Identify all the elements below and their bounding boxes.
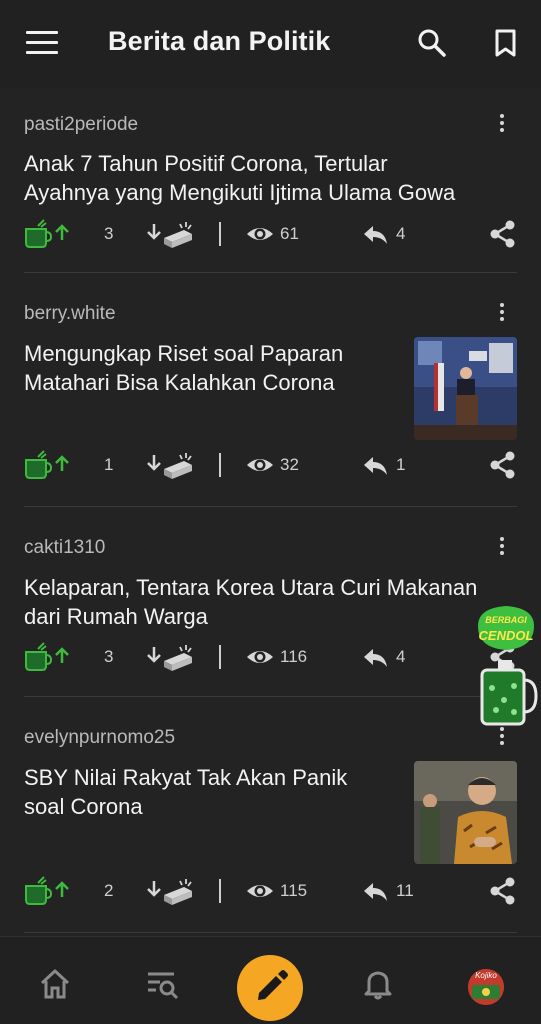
bata-downvote-icon — [147, 645, 192, 671]
reply-button[interactable]: 4 — [362, 218, 405, 250]
reply-count: 4 — [396, 224, 406, 243]
more-options-icon[interactable] — [497, 537, 507, 559]
divider — [219, 222, 221, 246]
app-root: Berita dan Politik pasti2periode Anak 7 … — [0, 0, 541, 1024]
press-briefing-photo — [414, 337, 517, 440]
thread-feed: pasti2periode Anak 7 Tahun Positif Coron… — [0, 88, 541, 936]
divider — [219, 879, 221, 903]
views-stat: 116 — [246, 641, 307, 673]
search-list-icon[interactable] — [146, 967, 180, 1001]
thread-card[interactable]: berry.white Mengungkap Riset soal Papara… — [24, 273, 517, 507]
create-post-button[interactable] — [237, 955, 303, 1021]
bookmark-icon[interactable] — [490, 27, 522, 59]
cendol-upvote-icon — [25, 450, 69, 479]
badge-line-1: BERBAGI — [485, 615, 527, 625]
divider — [219, 645, 221, 669]
give-cendol-button[interactable] — [24, 875, 76, 907]
cendol-count: 1 — [104, 455, 114, 474]
eye-icon — [247, 885, 273, 897]
profile-avatar[interactable]: Kojiko — [468, 969, 504, 1005]
reply-icon — [364, 649, 387, 667]
cendol-upvote-icon — [25, 876, 69, 905]
bottom-navigation: Kojiko — [0, 936, 541, 1024]
thread-title[interactable]: SBY Nilai Rakyat Tak Akan Panik soal Cor… — [24, 763, 347, 821]
reply-button[interactable]: 1 — [362, 449, 405, 481]
home-icon[interactable] — [38, 967, 72, 1001]
views-count: 32 — [280, 455, 299, 474]
share-icon[interactable] — [490, 449, 516, 481]
thread-card[interactable]: evelynpurnomo25 SBY Nilai Rakyat Tak Aka… — [24, 697, 517, 933]
politician-batik-photo — [414, 761, 517, 864]
give-cendol-button[interactable] — [24, 641, 76, 673]
pencil-icon — [258, 970, 288, 1000]
more-options-icon[interactable] — [497, 727, 507, 749]
share-icon[interactable] — [490, 875, 516, 907]
notification-bell-icon[interactable] — [361, 967, 395, 1001]
give-cendol-button[interactable] — [24, 218, 76, 250]
thread-title[interactable]: Mengungkap Riset soal Paparan Matahari B… — [24, 339, 343, 397]
thread-card[interactable]: pasti2periode Anak 7 Tahun Positif Coron… — [24, 88, 517, 273]
views-count: 61 — [280, 224, 299, 243]
cendol-count: 3 — [104, 647, 114, 666]
eye-icon — [247, 459, 273, 471]
bata-downvote-icon — [147, 222, 192, 248]
views-stat: 115 — [246, 875, 307, 907]
berbagi-cendol-floating-button[interactable]: BERBAGI CENDOL — [474, 604, 540, 728]
thread-actions: 1 32 1 — [24, 449, 517, 481]
page-title: Berita dan Politik — [108, 26, 331, 56]
views-count: 116 — [280, 647, 308, 666]
thread-title[interactable]: Kelaparan, Tentara Korea Utara Curi Maka… — [24, 573, 477, 631]
more-options-icon[interactable] — [497, 303, 507, 325]
bata-downvote-icon — [147, 879, 192, 905]
reply-count: 11 — [396, 881, 414, 900]
reply-button[interactable]: 4 — [362, 641, 405, 673]
views-stat: 61 — [246, 218, 299, 250]
give-bata-button[interactable] — [146, 218, 196, 250]
thread-actions: 2 115 11 — [24, 875, 517, 907]
reply-count: 1 — [396, 455, 406, 474]
search-icon[interactable] — [416, 27, 448, 59]
cendol-upvote-icon — [25, 219, 69, 248]
eye-icon — [247, 651, 273, 663]
thread-thumbnail[interactable] — [414, 761, 517, 864]
reply-icon — [364, 226, 387, 244]
hamburger-menu-icon[interactable] — [26, 31, 58, 55]
thread-author[interactable]: pasti2periode — [24, 114, 138, 136]
give-bata-button[interactable] — [146, 641, 196, 673]
give-cendol-button[interactable] — [24, 449, 76, 481]
cendol-glass-icon — [480, 660, 538, 726]
divider — [219, 453, 221, 477]
reply-button[interactable]: 11 — [362, 875, 414, 907]
cendol-count: 3 — [104, 224, 114, 243]
thread-author[interactable]: evelynpurnomo25 — [24, 727, 175, 749]
share-icon[interactable] — [490, 218, 516, 250]
more-options-icon[interactable] — [497, 114, 507, 136]
bata-downvote-icon — [147, 453, 192, 479]
give-bata-button[interactable] — [146, 875, 196, 907]
thread-actions: 3 — [24, 218, 517, 250]
reply-icon — [364, 883, 387, 901]
thread-actions: 3 — [24, 641, 517, 673]
thread-title[interactable]: Anak 7 Tahun Positif Corona, Tertular Ay… — [24, 149, 455, 207]
views-stat: 32 — [246, 449, 299, 481]
cendol-count: 2 — [104, 881, 114, 900]
thread-card[interactable]: cakti1310 Kelaparan, Tentara Korea Utara… — [24, 507, 517, 697]
badge-line-2: CENDOL — [479, 628, 534, 643]
give-bata-button[interactable] — [146, 449, 196, 481]
reply-icon — [364, 457, 387, 475]
thread-thumbnail[interactable] — [414, 337, 517, 440]
thread-author[interactable]: berry.white — [24, 303, 116, 325]
avatar-label: Kojiko — [475, 971, 497, 980]
eye-icon — [247, 228, 273, 240]
top-app-bar: Berita dan Politik — [0, 0, 541, 88]
views-count: 115 — [280, 881, 308, 900]
reply-count: 4 — [396, 647, 406, 666]
cendol-upvote-icon — [25, 642, 69, 671]
thread-author[interactable]: cakti1310 — [24, 537, 105, 559]
